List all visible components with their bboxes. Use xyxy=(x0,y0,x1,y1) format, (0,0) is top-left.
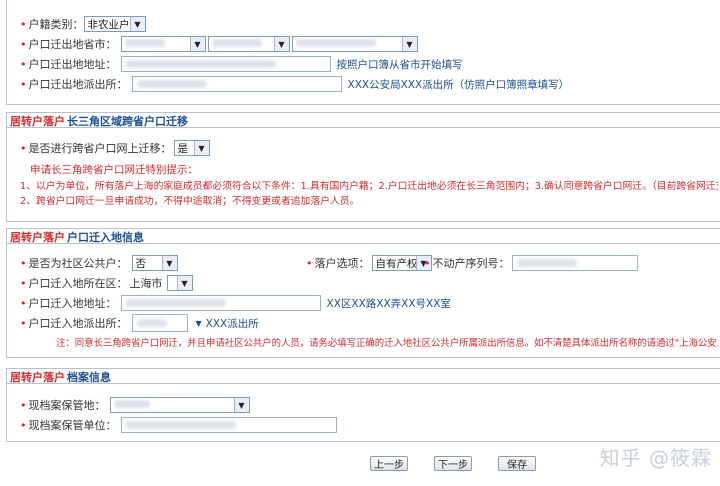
archive-unit-row: • 现档案保管单位： xyxy=(20,417,337,433)
notice-title: 申请长三角跨省户口网迁特别提示： xyxy=(30,164,198,176)
option-select[interactable]: 自有产权房 ▼ xyxy=(371,255,432,271)
huji-row: • 户籍类别： 非农业户口 ▼ xyxy=(20,16,146,32)
chevron-down-icon: ▼ xyxy=(193,141,209,155)
watermark: 知乎 @筱霖 xyxy=(599,446,712,470)
address-row: • 户口迁入地地址： XX区XX路XX弄XX号XX室 xyxy=(20,295,451,311)
option-row: • 落户选项： 自有产权房 ▼ xyxy=(306,255,432,271)
chevron-down-icon[interactable]: ▼ xyxy=(196,319,202,328)
huji-select[interactable]: 非农业户口 ▼ xyxy=(83,16,146,32)
moveout-province-label: 户口迁出地省市： xyxy=(28,38,117,51)
chevron-down-icon: ▼ xyxy=(189,37,205,51)
police-hint: XXX派出所 xyxy=(205,317,259,330)
prev-button[interactable]: 上一步 xyxy=(370,456,408,471)
moveout-address-input[interactable] xyxy=(120,56,331,72)
required-star: • xyxy=(20,316,27,330)
property-input[interactable] xyxy=(511,255,638,271)
district-row: • 户口迁入地所在区： 上海市 ▼ xyxy=(20,275,193,291)
required-star: • xyxy=(20,57,27,71)
archive-unit-label: 现档案保管单位： xyxy=(28,419,117,432)
police-label: 户口迁入地派出所： xyxy=(28,317,128,330)
divider xyxy=(6,383,720,384)
moveout-address-label: 户口迁出地地址： xyxy=(28,58,117,71)
required-star: • xyxy=(20,77,27,91)
online-move-row: • 是否进行跨省户口网上迁移： 是 ▼ xyxy=(20,140,210,156)
divider xyxy=(6,127,720,128)
required-star: • xyxy=(424,256,431,270)
required-star: • xyxy=(20,256,27,270)
notice-item-1: 1、以户为单位，所有落户上海的家庭成员都必须符合以下条件：1.具有国内户籍；2.… xyxy=(20,181,718,192)
chevron-down-icon: ▼ xyxy=(273,37,289,51)
option-label: 落户选项： xyxy=(314,257,370,270)
save-button[interactable]: 保存 xyxy=(498,456,536,471)
online-move-label: 是否进行跨省户口网上迁移： xyxy=(28,142,172,155)
district-city: 上海市 xyxy=(129,277,163,290)
required-star: • xyxy=(20,17,27,31)
required-star: • xyxy=(20,141,27,155)
moveout-police-input[interactable] xyxy=(131,76,342,92)
next-button[interactable]: 下一步 xyxy=(434,456,472,471)
required-star: • xyxy=(20,296,27,310)
archive-place-label: 现档案保管地： xyxy=(28,399,106,412)
notice-item-2: 2、跨省户口网迁一旦申请成功，不得中途取消；不得变更或者追加落户人员。 xyxy=(20,196,360,207)
archive-place-row: • 现档案保管地： ▼ xyxy=(20,397,250,413)
moveout-police-hint: XXX公安局XXX派出所（仿照户口簿照章填写） xyxy=(347,78,570,91)
chevron-down-icon: ▼ xyxy=(233,398,249,412)
required-star: • xyxy=(20,398,27,412)
address-hint: XX区XX路XX弄XX号XX室 xyxy=(326,297,451,310)
required-star: • xyxy=(20,37,27,51)
move-in-note: 注：同意长三角跨省户口网迁，并且申请社区公共户的人员，请务必填写正确的迁入地社区… xyxy=(56,338,718,349)
moveout-province-row: • 户口迁出地省市： ▼ ▼ ▼ xyxy=(20,36,418,52)
online-move-select[interactable]: 是 ▼ xyxy=(173,140,210,156)
address-label: 户口迁入地地址： xyxy=(28,297,117,310)
police-input[interactable] xyxy=(131,314,188,332)
property-label: 不动产序列号： xyxy=(432,257,510,270)
chevron-down-icon: ▼ xyxy=(401,37,417,51)
moveout-district-select[interactable]: ▼ xyxy=(291,36,418,52)
moveout-city-select[interactable]: ▼ xyxy=(207,36,290,52)
moveout-address-row: • 户口迁出地地址： 按照户口簿从省市开始填写 xyxy=(20,56,463,72)
district-select[interactable]: ▼ xyxy=(166,275,193,291)
required-star: • xyxy=(20,418,27,432)
moveout-address-hint: 按照户口簿从省市开始填写 xyxy=(336,58,463,71)
chevron-down-icon: ▼ xyxy=(176,276,192,290)
moveout-police-label: 户口迁出地派出所： xyxy=(28,78,128,91)
community-select[interactable]: 否 ▼ xyxy=(131,255,178,271)
property-row: • 不动产序列号： xyxy=(424,255,638,271)
required-star: • xyxy=(20,276,27,290)
community-row: • 是否为社区公共户： 否 ▼ xyxy=(20,255,178,271)
huji-label: 户籍类别： xyxy=(28,18,84,31)
chevron-down-icon: ▼ xyxy=(129,17,145,31)
moveout-province-select[interactable]: ▼ xyxy=(120,36,206,52)
moveout-police-row: • 户口迁出地派出所： XXX公安局XXX派出所（仿照户口簿照章填写） xyxy=(20,76,569,92)
chevron-down-icon: ▼ xyxy=(161,256,177,270)
address-input[interactable] xyxy=(120,295,321,311)
district-label: 户口迁入地所在区： xyxy=(28,277,128,290)
archive-unit-input[interactable] xyxy=(120,417,337,433)
divider xyxy=(6,243,720,244)
community-label: 是否为社区公共户： xyxy=(28,257,128,270)
required-star: • xyxy=(306,256,313,270)
police-row: • 户口迁入地派出所： ▼ XXX派出所 xyxy=(20,314,259,332)
archive-place-select[interactable]: ▼ xyxy=(109,397,250,413)
